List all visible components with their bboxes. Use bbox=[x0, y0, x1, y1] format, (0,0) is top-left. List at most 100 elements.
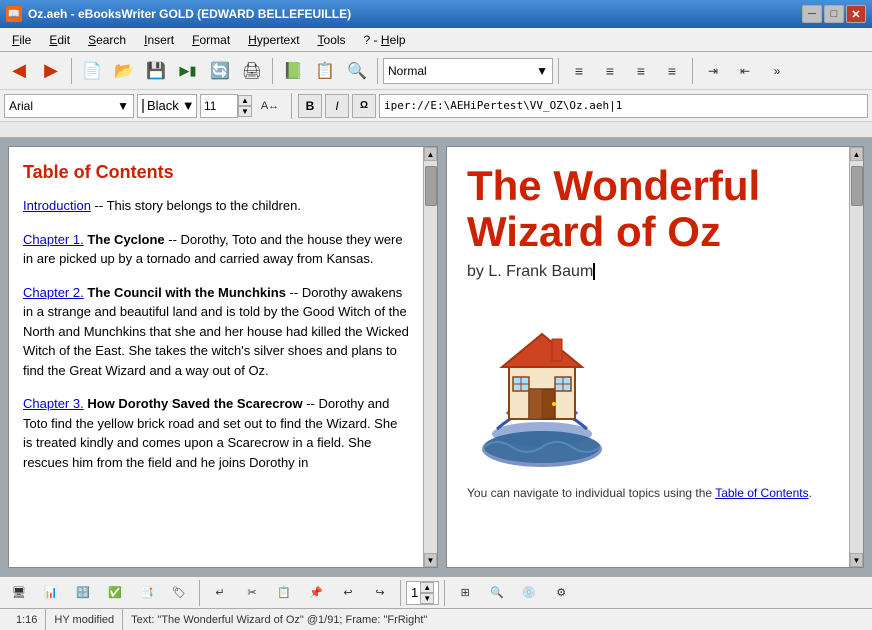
letter-spacing-button[interactable]: A↔ bbox=[255, 91, 285, 121]
style-dropdown[interactable]: Normal ▼ bbox=[383, 58, 553, 84]
menu-edit[interactable]: Edit bbox=[41, 31, 78, 49]
menu-help[interactable]: ? - Help bbox=[356, 31, 414, 49]
content-scroll-up[interactable]: ▲ bbox=[850, 147, 863, 161]
menu-tools[interactable]: Tools bbox=[310, 31, 354, 49]
toc-nav-link[interactable]: Table of Contents bbox=[715, 486, 808, 500]
toc-scroll-down[interactable]: ▼ bbox=[424, 553, 437, 567]
bt-redo-btn[interactable]: ↪ bbox=[365, 578, 395, 608]
bt-btn1[interactable]: 🖥 bbox=[4, 578, 34, 608]
bt-extra-btn[interactable]: ⚙ bbox=[546, 578, 576, 608]
toc-scroll-track[interactable] bbox=[424, 161, 437, 553]
minimize-button[interactable]: ─ bbox=[802, 5, 822, 23]
content-scroll-track[interactable] bbox=[850, 161, 863, 553]
status-bar: 1:16 HY modified Text: "The Wonderful Wi… bbox=[0, 608, 872, 630]
title-bar: 📖 Oz.aeh - eBooksWriter GOLD (EDWARD BEL… bbox=[0, 0, 872, 28]
align-justify-button[interactable]: ≡ bbox=[657, 56, 687, 86]
outdent-button[interactable]: ⇤ bbox=[730, 56, 760, 86]
align-right-button[interactable]: ≡ bbox=[626, 56, 656, 86]
toc-chapter3: Chapter 3. How Dorothy Saved the Scarecr… bbox=[23, 394, 409, 472]
align-group: ≡ ≡ ≡ ≡ bbox=[564, 56, 687, 86]
bt-undo-btn[interactable]: ↩ bbox=[333, 578, 363, 608]
color-picker[interactable]: Black ▼ bbox=[137, 94, 197, 118]
menu-file[interactable]: File bbox=[4, 31, 39, 49]
separator3 bbox=[377, 58, 378, 84]
toc-scrollbar[interactable]: ▲ ▼ bbox=[423, 147, 437, 567]
bt-btn6[interactable]: 🏷 bbox=[164, 578, 194, 608]
content-scroll-thumb[interactable] bbox=[851, 166, 863, 206]
status-info-text: Text: "The Wonderful Wizard of Oz" @1/91… bbox=[131, 614, 427, 626]
url-bar[interactable]: iper://E:\AEHiPertest\VV_OZ\Oz.aeh|1 bbox=[379, 94, 868, 118]
forward-button[interactable]: ▶ bbox=[36, 56, 66, 86]
new-button[interactable]: 📄 bbox=[77, 56, 107, 86]
size-up-button[interactable]: ▲ bbox=[238, 95, 252, 106]
window-controls: ─ □ ✕ bbox=[802, 5, 866, 23]
run-button[interactable]: ▶▮ bbox=[173, 56, 203, 86]
chapter3-title: How Dorothy Saved the Scarecrow bbox=[87, 396, 302, 411]
save-button[interactable]: 💾 bbox=[141, 56, 171, 86]
app-icon: 📖 bbox=[6, 6, 22, 22]
book-title: The WonderfulWizard of Oz bbox=[467, 163, 829, 255]
print-button[interactable]: 🖨 bbox=[237, 56, 267, 86]
bt-export-btn[interactable]: 💿 bbox=[514, 578, 544, 608]
chapter2-title: The Council with the Munchkins bbox=[87, 285, 286, 300]
bt-btn2[interactable]: 📊 bbox=[36, 578, 66, 608]
open-button[interactable]: 📂 bbox=[109, 56, 139, 86]
toolbar1: ◀ ▶ 📄 📂 💾 ▶▮ 🔄 🖨 📗 📋 🔍 Normal ▼ ≡ ≡ ≡ ≡ … bbox=[0, 52, 872, 90]
indent-button[interactable]: ⇥ bbox=[698, 56, 728, 86]
menu-search[interactable]: Search bbox=[80, 31, 134, 49]
bt-btn3[interactable]: 🔡 bbox=[68, 578, 98, 608]
toc-scroll-content: Table of Contents Introduction -- This s… bbox=[9, 147, 423, 567]
content-area: The WonderfulWizard of Oz by L. Frank Ba… bbox=[447, 147, 849, 516]
modified-status: HY modified bbox=[46, 609, 123, 630]
separator bbox=[71, 58, 72, 84]
page-button[interactable]: 📋 bbox=[310, 56, 340, 86]
chapter1-title: The Cyclone bbox=[87, 232, 164, 247]
bt-search2-btn[interactable]: 🔍 bbox=[482, 578, 512, 608]
bt-cut-btn[interactable]: ✂ bbox=[237, 578, 267, 608]
toc-scroll-thumb[interactable] bbox=[425, 166, 437, 206]
menu-format[interactable]: Format bbox=[184, 31, 238, 49]
font-size-value[interactable]: 11 bbox=[200, 94, 238, 118]
chapter3-link[interactable]: Chapter 3. bbox=[23, 396, 84, 411]
bold-button[interactable]: B bbox=[298, 94, 322, 118]
align-center-button[interactable]: ≡ bbox=[595, 56, 625, 86]
bt-btn5[interactable]: 📑 bbox=[132, 578, 162, 608]
italic-button[interactable]: I bbox=[325, 94, 349, 118]
toc-chapter1: Chapter 1. The Cyclone -- Dorothy, Toto … bbox=[23, 230, 409, 269]
page-up-button[interactable]: ▲ bbox=[420, 582, 434, 593]
bt-nav-btn[interactable]: ↵ bbox=[205, 578, 235, 608]
color-label: Black bbox=[147, 98, 179, 113]
toc-introduction: Introduction -- This story belongs to th… bbox=[23, 196, 409, 216]
size-spinner: ▲ ▼ bbox=[238, 95, 252, 117]
chapter1-link[interactable]: Chapter 1. bbox=[23, 232, 84, 247]
search-button[interactable]: 🔍 bbox=[342, 56, 372, 86]
page-number-control: 1 ▲ ▼ bbox=[406, 581, 439, 605]
bt-copy-btn[interactable]: 📋 bbox=[269, 578, 299, 608]
chapter2-link[interactable]: Chapter 2. bbox=[23, 285, 84, 300]
page-number: 1 bbox=[411, 585, 418, 600]
introduction-link[interactable]: Introduction bbox=[23, 198, 91, 213]
back-button[interactable]: ◀ bbox=[4, 56, 34, 86]
menu-insert[interactable]: Insert bbox=[136, 31, 182, 49]
toolbar2: Arial ▼ Black ▼ 11 ▲ ▼ A↔ B I Ω iper://E… bbox=[0, 90, 872, 122]
maximize-button[interactable]: □ bbox=[824, 5, 844, 23]
more-button[interactable]: » bbox=[762, 56, 792, 86]
bt-btn4[interactable]: ✅ bbox=[100, 578, 130, 608]
bt-view-btn[interactable]: ⊞ bbox=[450, 578, 480, 608]
size-down-button[interactable]: ▼ bbox=[238, 106, 252, 117]
font-dropdown[interactable]: Arial ▼ bbox=[4, 94, 134, 118]
content-scrollbar[interactable]: ▲ ▼ bbox=[849, 147, 863, 567]
toc-scroll-up[interactable]: ▲ bbox=[424, 147, 437, 161]
refresh-button[interactable]: 🔄 bbox=[205, 56, 235, 86]
content-scroll-down[interactable]: ▼ bbox=[850, 553, 863, 567]
close-button[interactable]: ✕ bbox=[846, 5, 866, 23]
special-char-button[interactable]: Ω bbox=[352, 94, 376, 118]
color-chevron: ▼ bbox=[182, 98, 195, 113]
book-button[interactable]: 📗 bbox=[278, 56, 308, 86]
menu-hypertext[interactable]: Hypertext bbox=[240, 31, 307, 49]
page-down-button[interactable]: ▼ bbox=[420, 593, 434, 604]
font-value: Arial bbox=[9, 99, 33, 113]
bt-paste-btn[interactable]: 📌 bbox=[301, 578, 331, 608]
sep-fmt bbox=[291, 93, 292, 119]
align-left-button[interactable]: ≡ bbox=[564, 56, 594, 86]
